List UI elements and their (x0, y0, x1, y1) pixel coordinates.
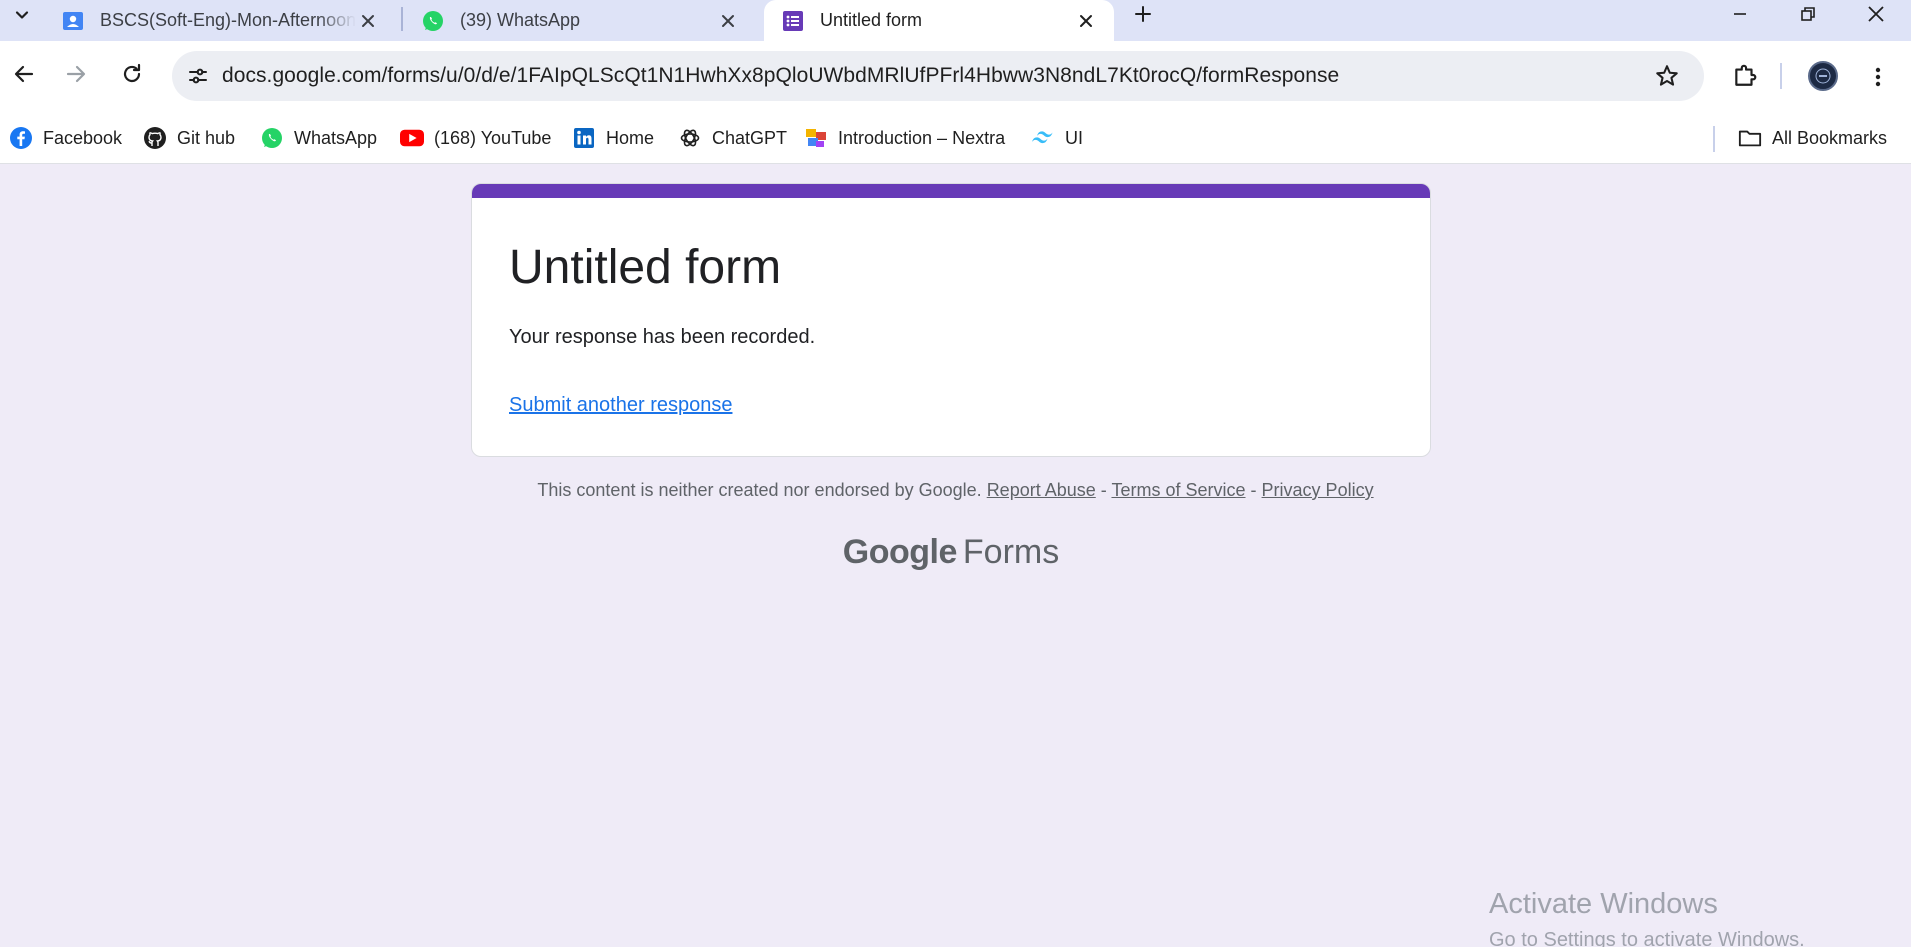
bookmark-label: ChatGPT (712, 127, 788, 148)
privacy-policy-link[interactable]: Privacy Policy (1262, 480, 1374, 500)
linkedin-icon (572, 126, 596, 150)
github-icon (143, 126, 167, 150)
nextra-icon (804, 126, 828, 150)
restore-button[interactable] (1783, 0, 1833, 28)
activate-windows-watermark: Activate Windows Go to Settings to activ… (1489, 888, 1805, 947)
classroom-icon (62, 10, 84, 32)
facebook-icon (9, 126, 33, 150)
whatsapp-icon (422, 10, 444, 32)
all-bookmarks-button[interactable]: All Bookmarks (1738, 123, 1887, 153)
chatgpt-icon (678, 126, 702, 150)
profile-avatar[interactable] (1808, 61, 1838, 91)
activate-windows-title: Activate Windows (1489, 888, 1718, 920)
back-button[interactable] (6, 56, 42, 92)
reload-button[interactable] (114, 56, 150, 92)
url-text: docs.google.com/forms/u/0/d/e/1FAIpQLScQ… (222, 64, 1340, 87)
puzzle-icon (1735, 64, 1757, 86)
extensions-button[interactable] (1726, 56, 1764, 94)
tab-untitled-form[interactable]: Untitled form (764, 0, 1114, 41)
tailwind-icon (1031, 126, 1055, 150)
tab-whatsapp[interactable]: (39) WhatsApp (404, 0, 756, 41)
browser-menu-button[interactable] (1862, 59, 1894, 95)
bookmark-ui[interactable]: UI (1031, 123, 1083, 153)
bookmark-github[interactable]: Git hub (143, 123, 235, 153)
plus-icon (1135, 6, 1151, 22)
tab-search-button[interactable] (6, 0, 38, 30)
chevron-down-icon (15, 11, 29, 19)
bookmarks-divider (1713, 126, 1715, 152)
bookmark-whatsapp[interactable]: WhatsApp (260, 123, 377, 153)
avatar-icon (1815, 68, 1831, 84)
address-bar[interactable]: docs.google.com/forms/u/0/d/e/1FAIpQLScQ… (172, 51, 1704, 101)
tab-strip: BSCS(Soft-Eng)-Mon-Afternoon (39) WhatsA… (0, 0, 1911, 41)
restore-icon (1801, 7, 1815, 21)
bookmark-facebook[interactable]: Facebook (9, 123, 122, 153)
forward-button[interactable] (58, 56, 94, 92)
site-info-icon[interactable] (180, 58, 216, 94)
minimize-button[interactable] (1715, 0, 1765, 28)
disclaimer-text: This content is neither created nor endo… (537, 480, 982, 500)
footer-separator: - (1250, 480, 1257, 500)
folder-icon (1738, 126, 1762, 150)
google-wordmark: Google (842, 533, 958, 571)
bookmark-linkedin-home[interactable]: Home (572, 123, 654, 153)
google-forms-logo[interactable]: Google Forms (0, 533, 1902, 572)
bookmark-label: Facebook (43, 127, 123, 148)
google-forms-icon (782, 10, 804, 32)
tab-title: BSCS(Soft-Eng)-Mon-Afternoon (100, 10, 356, 30)
submit-another-response-link[interactable]: Submit another response (509, 394, 732, 417)
tab-title: Untitled form (820, 10, 923, 30)
response-recorded-message: Your response has been recorded. (509, 326, 816, 348)
bookmark-label: Git hub (177, 127, 236, 148)
bookmark-label: (168) YouTube (434, 127, 552, 148)
tab-title: (39) WhatsApp (460, 10, 581, 30)
report-abuse-link[interactable]: Report Abuse (987, 480, 1096, 500)
form-footer: This content is neither created nor endo… (0, 480, 1911, 501)
close-icon[interactable] (716, 9, 740, 33)
close-icon[interactable] (1074, 9, 1098, 33)
close-window-button[interactable] (1851, 0, 1901, 28)
browser-toolbar: docs.google.com/forms/u/0/d/e/1FAIpQLScQ… (0, 41, 1911, 114)
bookmark-star-icon[interactable] (1650, 59, 1684, 93)
bookmarks-bar: Facebook Git hub WhatsApp (168) YouTube … (0, 114, 1911, 164)
close-icon (1868, 6, 1884, 22)
activate-windows-subtitle: Go to Settings to activate Windows. (1489, 929, 1805, 947)
bookmark-chatgpt[interactable]: ChatGPT (678, 123, 787, 153)
youtube-icon (400, 126, 424, 150)
whatsapp-icon (260, 126, 284, 150)
form-title: Untitled form (509, 241, 782, 294)
bookmark-label: Home (606, 127, 655, 148)
tab-divider (401, 7, 403, 31)
arrow-right-icon (66, 65, 86, 83)
bookmark-youtube[interactable]: (168) YouTube (400, 123, 551, 153)
forms-wordmark: Forms (962, 533, 1060, 571)
new-tab-button[interactable] (1128, 0, 1158, 28)
form-accent-bar (472, 184, 1430, 198)
arrow-left-icon (14, 65, 34, 83)
bookmark-label: UI (1065, 127, 1083, 148)
toolbar-divider (1780, 63, 1782, 89)
footer-separator: - (1100, 480, 1107, 500)
bookmark-label: WhatsApp (294, 127, 378, 148)
close-icon[interactable] (356, 9, 380, 33)
all-bookmarks-label: All Bookmarks (1772, 127, 1888, 148)
more-vertical-icon (1875, 67, 1881, 87)
reload-icon (123, 63, 141, 83)
terms-of-service-link[interactable]: Terms of Service (1111, 480, 1245, 500)
minimize-icon (1734, 13, 1746, 15)
tab-classroom[interactable]: BSCS(Soft-Eng)-Mon-Afternoon (44, 0, 396, 41)
bookmark-label: Introduction – Nextra (838, 127, 1006, 148)
form-confirmation-card: Untitled form Your response has been rec… (471, 183, 1431, 457)
bookmark-nextra[interactable]: Introduction – Nextra (804, 123, 1005, 153)
